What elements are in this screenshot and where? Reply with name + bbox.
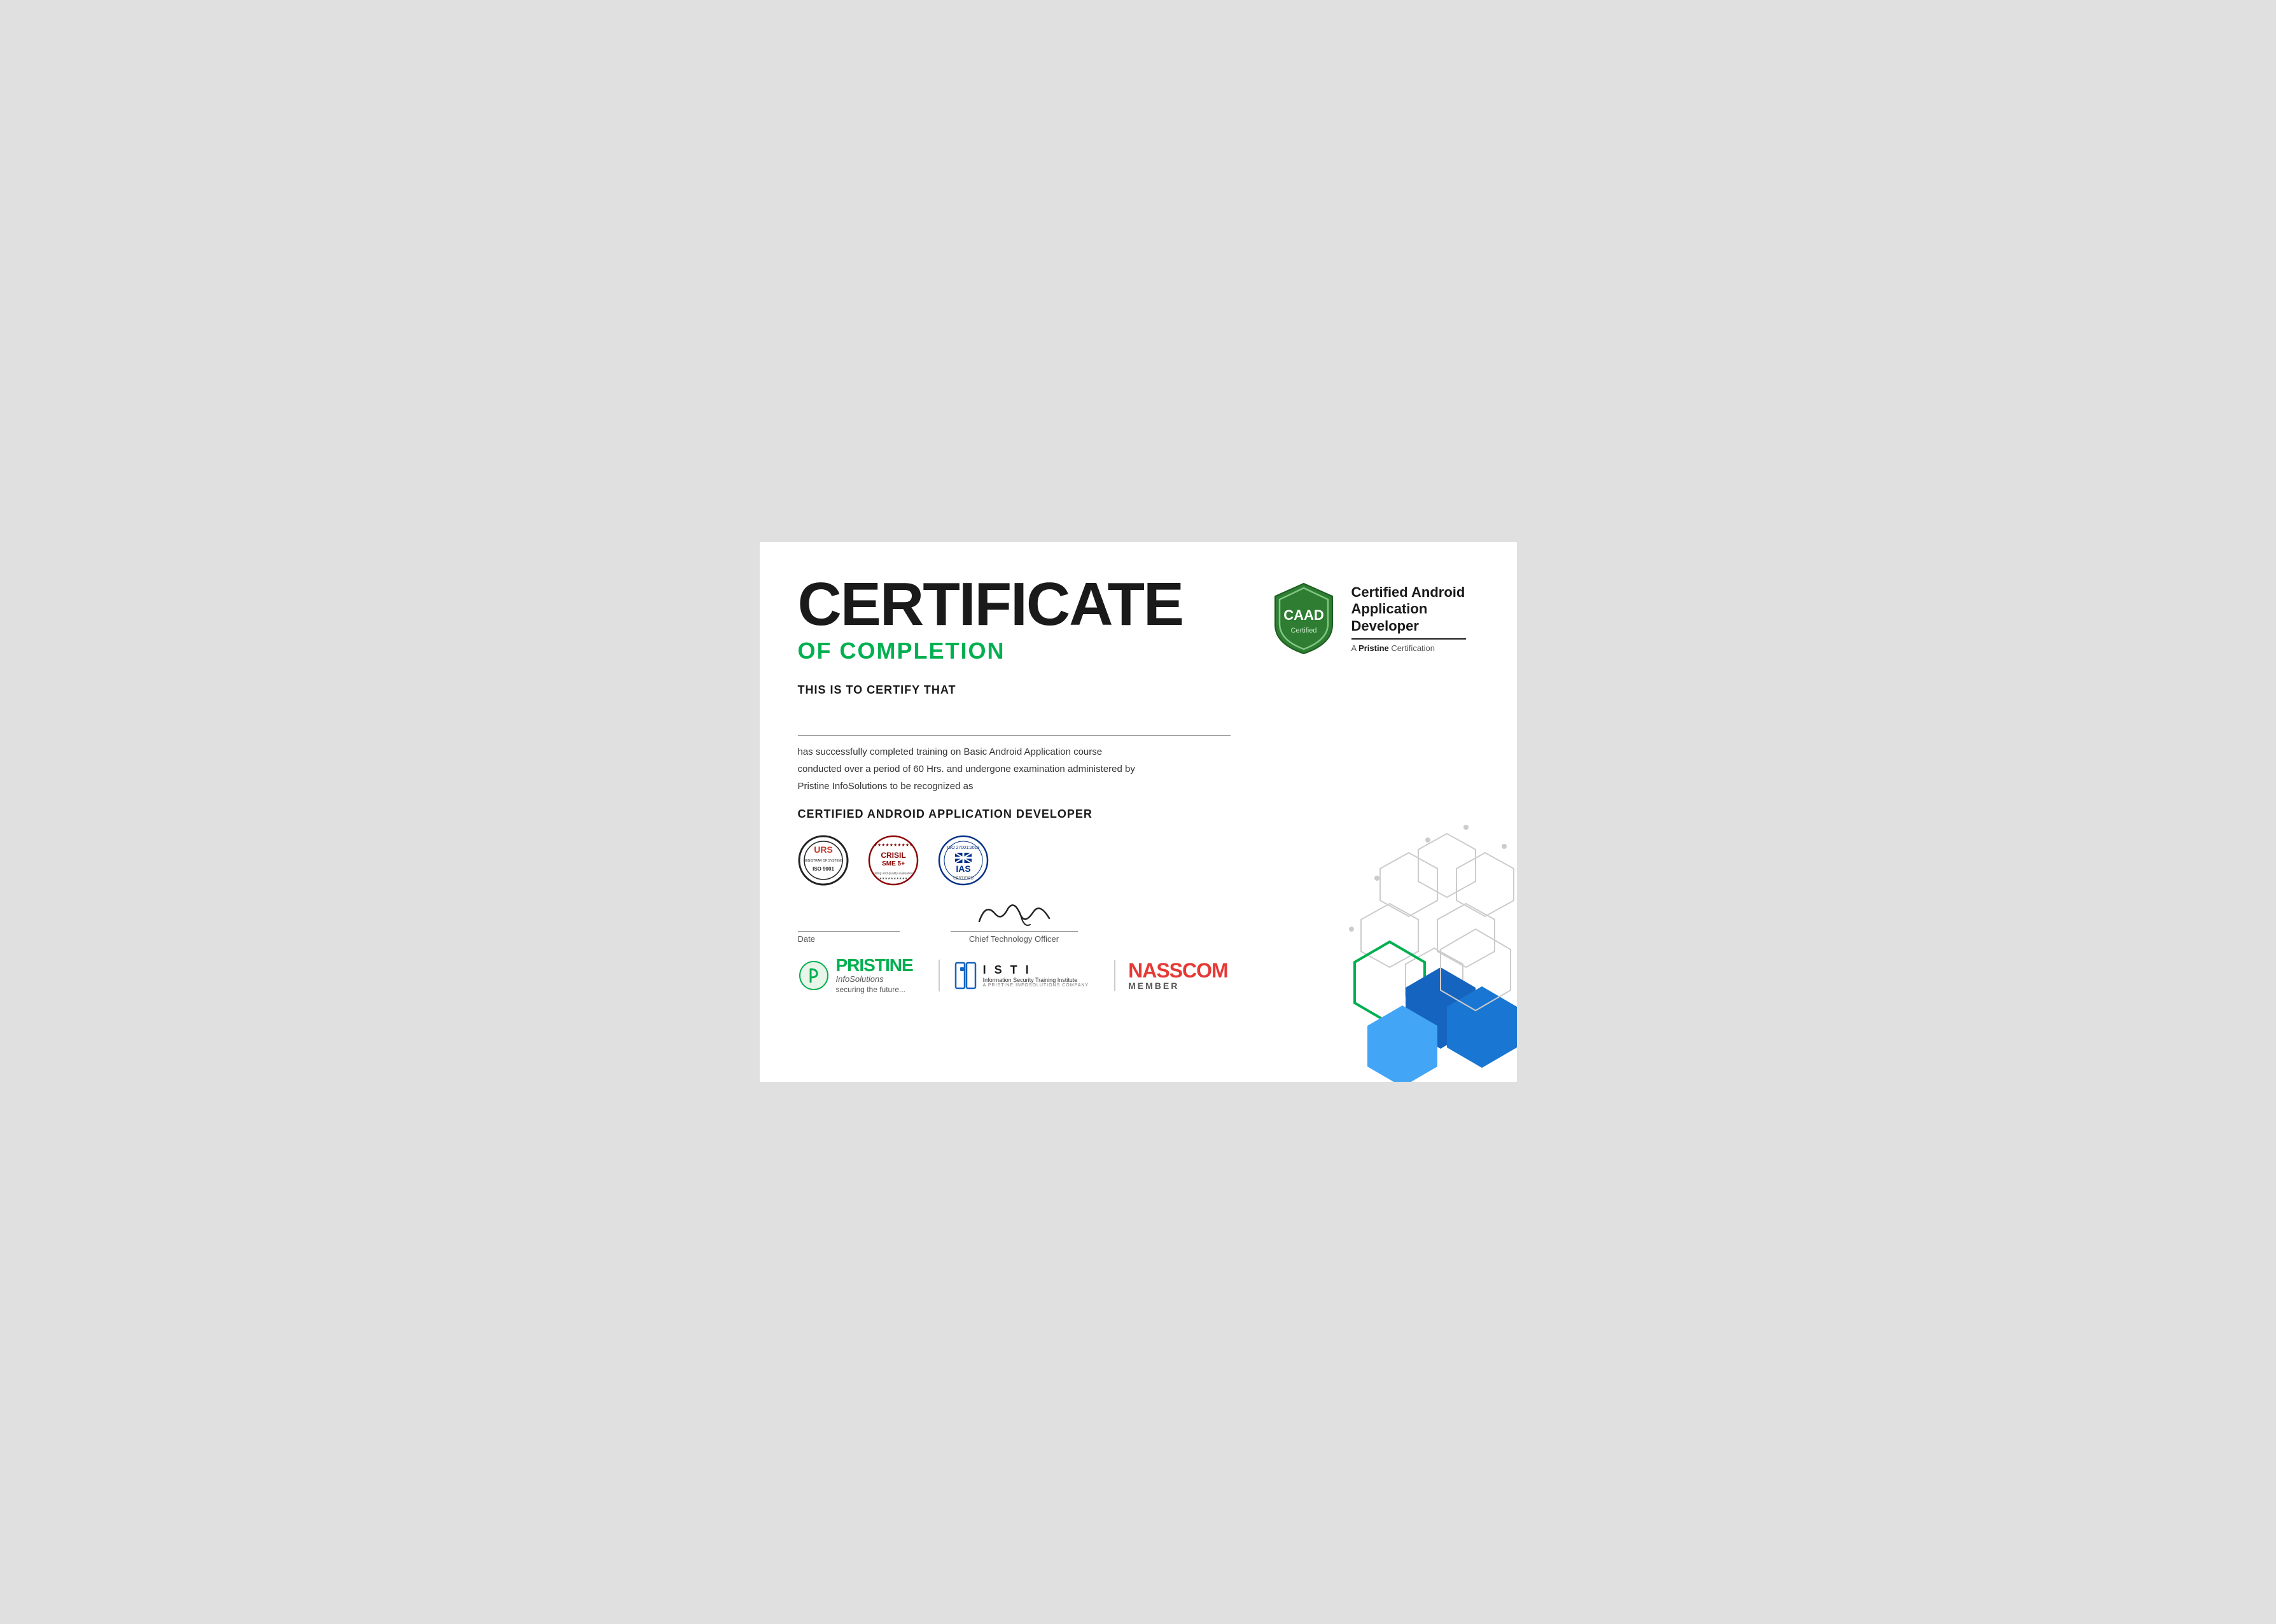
svg-text:rating and quality evaluation: rating and quality evaluation	[873, 872, 912, 876]
certificate-header: CERTIFICATE OF COMPLETION CAAD Certified…	[798, 574, 1479, 664]
caad-badge: CAAD Certified	[1269, 580, 1339, 657]
date-label: Date	[798, 934, 815, 944]
date-line	[798, 931, 900, 932]
nasscom-name: NASSCOM	[1128, 960, 1228, 981]
pristine-text-block: PRISTINE InfoSolutions securing the futu…	[836, 956, 913, 994]
body-text: has successfully completed training on B…	[798, 743, 1231, 795]
cto-line	[951, 931, 1078, 932]
pristine-icon	[798, 960, 830, 991]
isti-name: Information Security Training Institute	[983, 977, 1089, 983]
body-line-2: conducted over a period of 60 Hrs. and u…	[798, 760, 1231, 778]
urs-logo: URS REGISTRAR OF SYSTEMS ISO 9001	[798, 835, 849, 886]
nasscom-sub: MEMBER	[1128, 981, 1228, 991]
svg-text:ISO 9001: ISO 9001	[813, 866, 834, 872]
title-block: CERTIFICATE OF COMPLETION	[798, 574, 1183, 664]
badge-area: CAAD Certified Certified Android Applica…	[1269, 580, 1479, 657]
badge-sub-prefix: A	[1351, 643, 1359, 653]
crisil-logo: ★★★★★★★★★★ CRISIL SME 5+ rating and qual…	[868, 835, 919, 886]
body-line-3: Pristine InfoSolutions to be recognized …	[798, 778, 1231, 795]
badge-brand: Pristine	[1358, 643, 1389, 653]
svg-text:URS: URS	[814, 844, 833, 855]
body-line-1: has successfully completed training on B…	[798, 743, 1231, 760]
certificate: CERTIFICATE OF COMPLETION CAAD Certified…	[760, 542, 1517, 1082]
pristine-tagline: InfoSolutions	[836, 974, 913, 984]
isti-block: I S T I Information Security Training In…	[939, 960, 1089, 991]
hex-decoration	[1250, 815, 1517, 1082]
svg-text:Certified: Certified	[1290, 627, 1316, 634]
cert-title-sub: OF COMPLETION	[798, 638, 1183, 664]
ias-logo: ISO 27001:2013 IAS CERTIFIED	[938, 835, 989, 886]
svg-text:CERTIFIED: CERTIFIED	[953, 877, 974, 881]
svg-text:CRISIL: CRISIL	[881, 851, 905, 860]
badge-sub: A Pristine Certification	[1351, 643, 1479, 653]
svg-text:★★★★★★★★★★: ★★★★★★★★★★	[873, 843, 913, 848]
signature-image	[973, 896, 1056, 931]
isti-text-block: I S T I Information Security Training In…	[983, 963, 1089, 988]
pristine-sub: securing the future...	[836, 985, 913, 994]
isti-letters: I S T I	[983, 963, 1089, 977]
badge-text-block: Certified Android Application Developer …	[1351, 584, 1479, 653]
cert-title-main: CERTIFICATE	[798, 574, 1183, 635]
cto-block: Chief Technology Officer	[951, 896, 1078, 944]
badge-title: Certified Android Application Developer	[1351, 584, 1479, 634]
svg-text:REGISTRAR OF SYSTEMS: REGISTRAR OF SYSTEMS	[803, 859, 843, 863]
pristine-logo: PRISTINE InfoSolutions securing the futu…	[798, 956, 913, 994]
svg-text:IAS: IAS	[956, 864, 970, 874]
badge-divider	[1351, 638, 1466, 640]
isti-icon	[953, 960, 978, 991]
cto-label: Chief Technology Officer	[969, 934, 1059, 944]
isti-sub: A PRISTINE INFOSOLUTIONS COMPANY	[983, 983, 1089, 988]
nasscom-block: NASSCOM MEMBER	[1114, 960, 1228, 991]
svg-text:★★★★★★★★★★: ★★★★★★★★★★	[879, 877, 907, 881]
date-block: Date	[798, 931, 900, 944]
certify-label: THIS IS TO CERTIFY THAT	[798, 683, 1479, 697]
svg-text:SME 5+: SME 5+	[882, 860, 905, 867]
name-line	[798, 735, 1231, 736]
pristine-name: PRISTINE	[836, 956, 913, 974]
svg-text:CAAD: CAAD	[1283, 607, 1324, 623]
badge-sub-suffix: Certification	[1389, 643, 1435, 653]
svg-text:ISO 27001:2013: ISO 27001:2013	[947, 846, 979, 850]
